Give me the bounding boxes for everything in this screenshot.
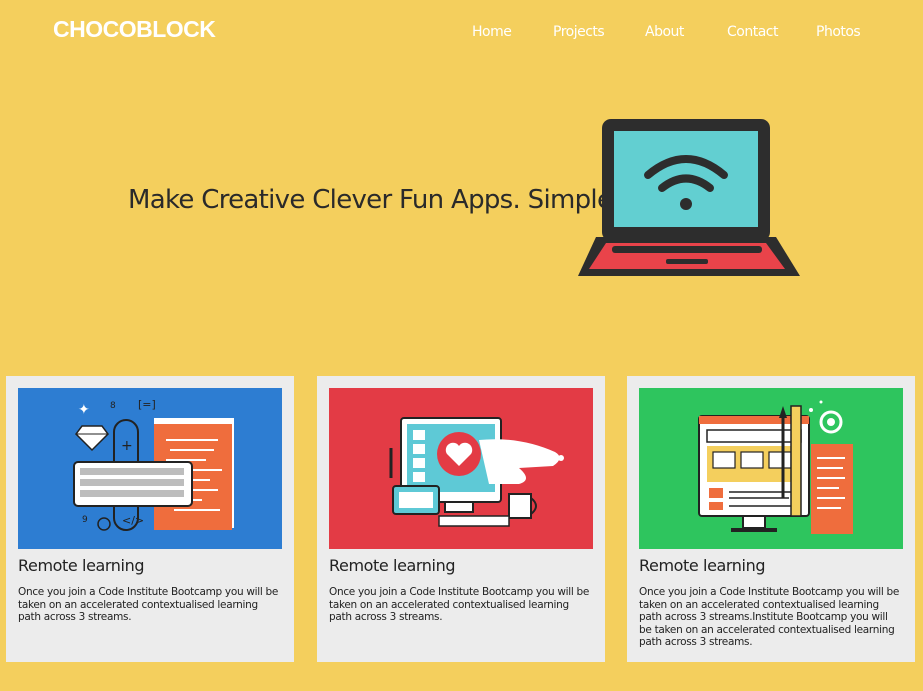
nav-projects[interactable]: Projects: [553, 24, 605, 40]
keyboard-code-illustration: ✦ 8 [=] + </> 9: [18, 388, 282, 549]
card-description: Once you join a Code Institute Bootcamp …: [329, 586, 590, 624]
card-description: Once you join a Code Institute Bootcamp …: [639, 586, 900, 649]
card-description: Once you join a Code Institute Bootcamp …: [18, 586, 279, 624]
nav-home[interactable]: Home: [472, 24, 512, 40]
design-desktop-illustration: [329, 388, 593, 549]
nav-about[interactable]: About: [645, 24, 684, 40]
hero-headline: Make Creative Clever Fun Apps. Simple.: [128, 185, 621, 215]
nav-contact[interactable]: Contact: [727, 24, 778, 40]
main-nav: Home Projects About Contact Photos: [0, 24, 923, 44]
card-title: Remote learning: [329, 556, 456, 575]
svg-text:</>: </>: [122, 514, 144, 527]
svg-text:+: +: [121, 438, 133, 454]
nav-photos[interactable]: Photos: [816, 24, 861, 40]
svg-text:8: 8: [110, 401, 116, 411]
web-layout-illustration: [639, 388, 903, 549]
svg-text:9: 9: [82, 515, 88, 525]
card-title: Remote learning: [639, 556, 766, 575]
card-title: Remote learning: [18, 556, 145, 575]
feature-card: ✦ 8 [=] + </> 9 Remote learning Once you…: [6, 376, 294, 662]
svg-text:✦: ✦: [78, 402, 90, 418]
feature-card: Remote learning Once you join a Code Ins…: [317, 376, 605, 662]
svg-text:[=]: [=]: [138, 398, 156, 411]
laptop-wifi-icon: [578, 119, 800, 276]
feature-card: Remote learning Once you join a Code Ins…: [627, 376, 915, 662]
